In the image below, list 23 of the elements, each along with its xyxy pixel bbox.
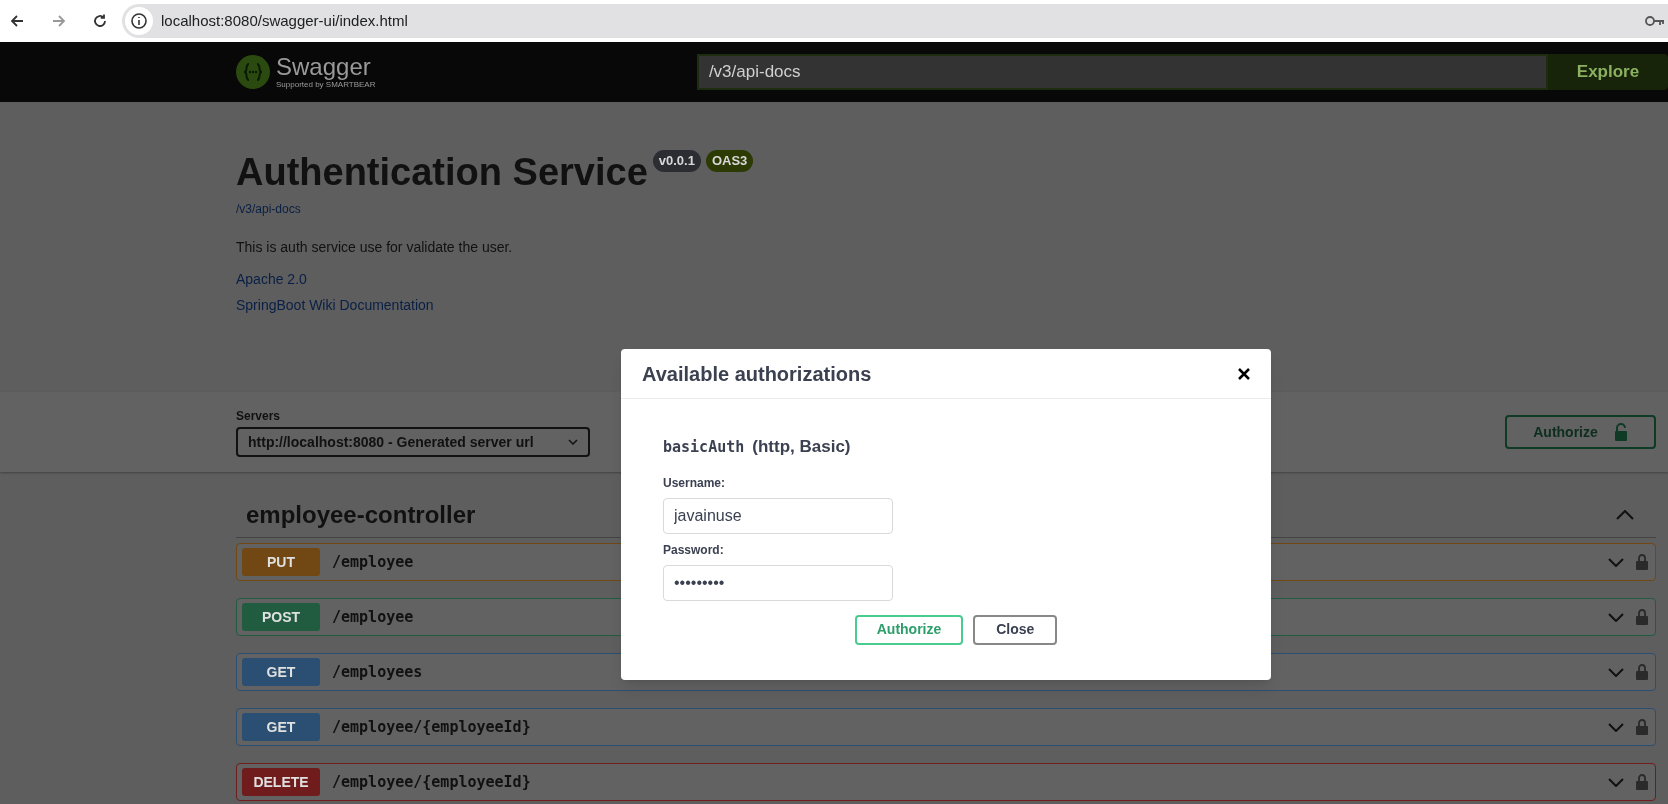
scheme-name: basicAuth [663, 437, 745, 458]
operation-path: /employee [332, 551, 414, 573]
operation-path: /employee [332, 606, 414, 628]
method-badge: DELETE [242, 768, 320, 796]
api-title: Authentication Service [236, 150, 648, 195]
operation-path: /employee/{employeeId} [332, 716, 531, 738]
brand-tagline: Supported by SMARTBEAR [276, 81, 376, 89]
method-badge: PUT [242, 548, 320, 576]
method-badge: POST [242, 603, 320, 631]
method-badge: GET [242, 713, 320, 741]
field-label: Username: [663, 474, 727, 492]
servers-label: Servers [236, 408, 282, 425]
scheme-type: (http, Basic) [752, 436, 851, 458]
brand-name: Swagger [276, 55, 372, 79]
operation-path: /employees [332, 661, 423, 683]
method-badge: GET [242, 658, 320, 686]
dialog-title: Available authorizations [642, 361, 872, 387]
api-description: This is auth service use for validate the user. [236, 238, 513, 257]
field-label: Password: [663, 541, 725, 559]
version-badge: v0.0.1 [652, 150, 701, 172]
operation-path: /employee/{employeeId} [332, 771, 531, 793]
version-badge: OAS3 [705, 150, 754, 172]
url-text: localhost:8080/swagger-ui/index.html [161, 10, 408, 31]
